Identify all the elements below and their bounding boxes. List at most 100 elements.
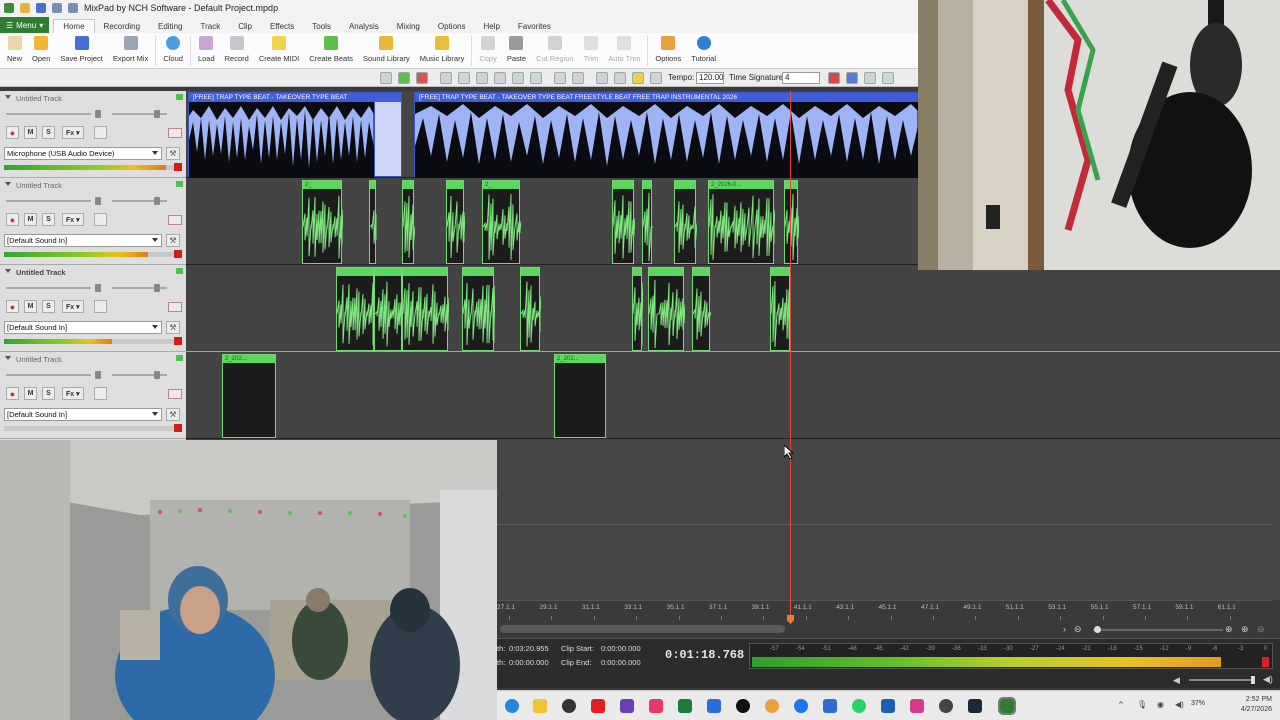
audio-clip[interactable] [612, 180, 635, 264]
volume-knob[interactable] [95, 284, 101, 292]
volume-slider[interactable] [6, 287, 91, 289]
align-start-icon[interactable] [440, 72, 452, 84]
remove-track-icon[interactable] [416, 72, 428, 84]
horizontal-scrollbar[interactable]: › ⊖ ⊕ ⊕ ⊖ [497, 622, 1280, 638]
tab-tools[interactable]: Tools [303, 20, 340, 33]
fx-button[interactable]: Fx ▾ [62, 300, 84, 313]
whatsapp-icon[interactable] [852, 699, 866, 713]
twitch-icon[interactable] [620, 699, 634, 713]
audio-clip[interactable] [648, 267, 685, 351]
copy-button[interactable]: Copy [474, 33, 502, 67]
metronome-icon[interactable] [632, 72, 644, 84]
new-button[interactable]: New [2, 33, 27, 67]
tiktok-icon[interactable] [736, 699, 750, 713]
tab-recording[interactable]: Recording [95, 20, 149, 33]
audio-clip[interactable]: [FREE] TRAP TYPE BEAT - TAKEOVER TYPE BE… [188, 92, 375, 178]
input-device-select[interactable]: Microphone (USB Audio Device) [4, 147, 162, 160]
envelope-icon[interactable] [572, 72, 584, 84]
loop-icon[interactable] [380, 72, 392, 84]
tab-help[interactable]: Help [474, 20, 508, 33]
audio-clip[interactable] [520, 267, 541, 351]
pan-knob[interactable] [154, 197, 160, 205]
audio-clip[interactable] [336, 267, 375, 351]
automation-icon[interactable] [168, 215, 182, 225]
pan-knob[interactable] [154, 371, 160, 379]
load-button[interactable]: Load [193, 33, 220, 67]
audio-clip[interactable] [402, 180, 415, 264]
tempo-field[interactable]: 120.00 [696, 72, 724, 84]
track-options-icon[interactable] [94, 387, 107, 400]
master-volume-handle[interactable] [1251, 676, 1255, 684]
audio-clip[interactable] [770, 267, 791, 351]
trim-button[interactable]: Trim [579, 33, 604, 67]
volume-knob[interactable] [95, 197, 101, 205]
zoom-reset-icon[interactable]: ⊖ [1257, 624, 1265, 635]
audio-clip[interactable]: 2_2026-0... [708, 180, 775, 264]
automation-icon[interactable] [168, 302, 182, 312]
zoom-in-icon[interactable]: ⊕ [1225, 624, 1233, 635]
audio-clip[interactable]: 2_ [482, 180, 521, 264]
automation-icon[interactable] [168, 128, 182, 138]
mixpad-icon[interactable] [998, 697, 1016, 715]
audio-clip[interactable] [692, 267, 711, 351]
volume-knob[interactable] [95, 110, 101, 118]
input-device-select[interactable]: [Default Sound In] [4, 408, 162, 421]
music-library-button[interactable]: Music Library [415, 33, 470, 67]
mute-button[interactable]: M [24, 387, 37, 400]
fit-icon[interactable] [864, 72, 876, 84]
cloud-button[interactable]: Cloud [158, 33, 188, 67]
view-icon[interactable] [828, 72, 840, 84]
sound-library-button[interactable]: Sound Library [358, 33, 415, 67]
align-end-icon[interactable] [458, 72, 470, 84]
timesig-select[interactable]: 4 [782, 72, 820, 84]
zoom-slider-handle[interactable] [1094, 626, 1101, 633]
edge-browser-icon[interactable] [505, 699, 519, 713]
track-name[interactable]: Untitled Track [16, 181, 62, 190]
track-options-icon[interactable] [94, 126, 107, 139]
track-name[interactable]: Untitled Track [16, 94, 62, 103]
speaker-icon[interactable]: ◀ [1173, 675, 1180, 686]
tab-mixing[interactable]: Mixing [388, 20, 429, 33]
file-explorer-icon[interactable] [533, 699, 547, 713]
split-icon[interactable] [494, 72, 506, 84]
undo-icon[interactable] [52, 3, 62, 13]
steam-icon[interactable] [968, 699, 982, 713]
chevron-up-icon[interactable]: ⌃ [1117, 700, 1125, 711]
zoom-icon[interactable] [846, 72, 858, 84]
fx-button[interactable]: Fx ▾ [62, 387, 84, 400]
audio-clip[interactable] [784, 180, 799, 264]
region-icon[interactable] [614, 72, 626, 84]
create-beats-button[interactable]: Create Beats [304, 33, 358, 67]
wrench-icon[interactable]: ⚒ [166, 234, 180, 247]
tab-favorites[interactable]: Favorites [509, 20, 560, 33]
master-volume-slider[interactable] [1189, 679, 1254, 681]
chevron-right-icon[interactable]: › [1063, 624, 1066, 634]
collapse-icon[interactable] [882, 72, 894, 84]
tab-options[interactable]: Options [429, 20, 475, 33]
mute-button[interactable]: M [24, 213, 37, 226]
solo-button[interactable]: S [42, 213, 55, 226]
zoom-out-icon[interactable]: ⊖ [1074, 624, 1082, 635]
app-icon[interactable] [562, 699, 576, 713]
chatgpt-icon[interactable] [939, 699, 953, 713]
pan-knob[interactable] [154, 110, 160, 118]
settings-small-icon[interactable] [650, 72, 662, 84]
fx-button[interactable]: Fx ▾ [62, 213, 84, 226]
track-lane[interactable]: 2_202... 2_202... [186, 352, 1280, 439]
fx-button[interactable]: Fx ▾ [62, 126, 84, 139]
audio-clip[interactable] [674, 180, 697, 264]
record-arm-icon[interactable]: ● [6, 300, 19, 313]
mic-icon[interactable]: 🎙 [1137, 700, 1147, 709]
collapse-icon[interactable] [5, 182, 11, 186]
create-midi-button[interactable]: Create MIDI [254, 33, 304, 67]
mute-button[interactable]: M [24, 300, 37, 313]
scrollbar-thumb[interactable] [500, 625, 785, 633]
record-arm-icon[interactable]: ● [6, 126, 19, 139]
audio-clip[interactable]: 2_202... [554, 354, 606, 438]
track-lane[interactable] [186, 265, 1280, 352]
battery-level[interactable]: 37% [1191, 700, 1205, 707]
collapse-icon[interactable] [5, 269, 11, 273]
wrench-icon[interactable]: ⚒ [166, 147, 180, 160]
redo-icon[interactable] [68, 3, 78, 13]
audio-clip[interactable] [402, 267, 449, 351]
